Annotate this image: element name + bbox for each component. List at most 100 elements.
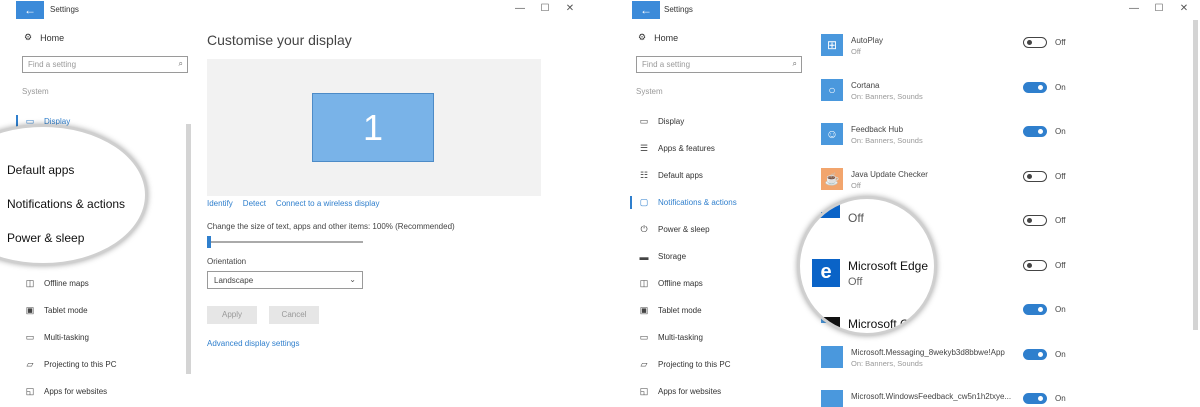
sidebar-item-multi-tasking[interactable]: ▭ Multi-tasking [0, 324, 190, 351]
sidebar-item-offline-maps[interactable]: ◫ Offline maps [614, 270, 804, 297]
app-name: AutoPlay [851, 36, 884, 45]
minimize-button[interactable]: — [512, 3, 528, 14]
nav-home[interactable]: ⚙ Home [638, 32, 678, 43]
notification-toggle[interactable] [1023, 126, 1047, 137]
magnified-default-apps[interactable]: Default apps [7, 163, 74, 177]
magnified-power-sleep[interactable]: Power & sleep [7, 231, 84, 245]
back-button[interactable]: ← [16, 1, 44, 19]
identify-link[interactable]: Identify [207, 199, 233, 208]
sidebar-item-label: Tablet mode [44, 306, 88, 315]
toggle-state-label: On [1055, 394, 1066, 403]
sidebar-item-label: Apps & features [658, 144, 715, 153]
tablet-icon: ▣ [639, 305, 649, 315]
cancel-button[interactable]: Cancel [269, 306, 319, 324]
sidebar-item-display[interactable]: ▭ Display [614, 108, 804, 135]
close-button[interactable]: ✕ [1176, 3, 1192, 14]
sidebar-item-label: Apps for websites [44, 387, 108, 396]
feedback-icon: ☺ [821, 123, 843, 145]
storage-icon: ▬ [639, 251, 649, 262]
detect-link[interactable]: Detect [243, 199, 266, 208]
content-scrollbar[interactable] [1193, 20, 1198, 330]
sidebar-item-tablet-mode[interactable]: ▣ Tablet mode [0, 297, 190, 324]
web-icon: ◱ [25, 386, 35, 396]
app-name: Microsoft.WindowsFeedback_cw5n1h2txye... [851, 392, 1012, 401]
scale-slider-track[interactable] [207, 241, 363, 243]
nav-list: ▭ Display ☰ Apps & features ☷ Default apps ▢ No… [614, 108, 804, 405]
orientation-select[interactable]: Landscape ⌄ [207, 271, 363, 289]
java-icon: ☕ [821, 167, 843, 190]
app-status: On: Banners, Sounds [851, 358, 923, 368]
notification-toggle[interactable] [1023, 170, 1047, 182]
notification-toggle[interactable] [1023, 37, 1047, 48]
close-button[interactable]: ✕ [562, 3, 578, 14]
toggle-knob [1038, 84, 1043, 90]
gear-icon: ⚙ [638, 32, 647, 42]
toggle-state-label: On [1055, 127, 1066, 136]
sidebar-item-projecting-to-this-pc[interactable]: ▱ Projecting to this PC [614, 351, 804, 378]
notification-toggle[interactable] [1023, 81, 1047, 93]
notification-toggle[interactable] [1023, 393, 1047, 404]
search-icon: ⌕ [792, 59, 797, 68]
toggle-state-label: On [1055, 82, 1066, 92]
sidebar-scrollbar[interactable] [186, 124, 191, 374]
window-title: Settings [50, 5, 79, 14]
notification-toggle[interactable] [1023, 348, 1047, 360]
app-tile [812, 204, 840, 218]
app-row: ○ Cortana On: Banners, Sounds On [821, 78, 1193, 115]
sidebar-item-tablet-mode[interactable]: ▣ Tablet mode [614, 297, 804, 324]
sidebar-item-label: Tablet mode [658, 306, 702, 315]
nav-home-label: Home [40, 32, 65, 43]
message-icon: ▢ [639, 197, 649, 207]
window-title: Settings [664, 5, 693, 14]
sidebar-item-multi-tasking[interactable]: ▭ Multi-tasking [614, 324, 804, 351]
magnified-partial-name: Microsoft O [848, 317, 910, 331]
advanced-display-settings-link[interactable]: Advanced display settings [207, 339, 300, 348]
sidebar-item-offline-maps[interactable]: ◫ Offline maps [0, 270, 190, 297]
sidebar: ⚙ Home Find a setting ⌕ System ▭ Display ☰… [614, 24, 808, 407]
wireless-display-link[interactable]: Connect to a wireless display [276, 199, 380, 208]
maximize-button[interactable]: ☐ [1151, 3, 1167, 14]
toggle-state-label: Off [1055, 260, 1066, 270]
sidebar-item-apps-features[interactable]: ☰ Apps & features [614, 135, 804, 162]
gear-icon: ⚙ [24, 32, 33, 42]
minimize-button[interactable]: — [1126, 3, 1142, 14]
apply-button[interactable]: Apply [207, 306, 257, 324]
toggle-knob [1027, 218, 1032, 223]
scale-label: Change the size of text, apps and other … [207, 222, 455, 231]
sidebar-item-apps-for-websites[interactable]: ◱ Apps for websites [0, 378, 190, 405]
scale-slider-thumb[interactable] [207, 236, 211, 248]
notification-toggle[interactable] [1023, 304, 1047, 315]
notification-toggle[interactable] [1023, 215, 1047, 226]
sidebar-item-apps-for-websites[interactable]: ◱ Apps for websites [614, 378, 804, 405]
app-row: Microsoft.Messaging_8wekyb3d8bbwe!App On:… [821, 345, 1193, 382]
edge-icon: e [812, 259, 840, 287]
window-gap [596, 0, 606, 407]
sidebar-item-default-apps[interactable]: ☷ Default apps [614, 162, 804, 189]
maximize-button[interactable]: ☐ [537, 3, 553, 14]
settings-window-notifications: ← Settings — ☐ ✕ ⚙ Home Find a setting ⌕… [606, 0, 1200, 407]
magnified-power-sleep-label: Power & sleep [7, 231, 85, 245]
search-input[interactable]: Find a setting ⌕ [22, 56, 188, 73]
sidebar-item-storage[interactable]: ▬ Storage [614, 243, 804, 270]
sidebar-item-power-sleep[interactable]: ⏻ Power & sleep [614, 216, 804, 243]
sidebar-item-notifications-actions[interactable]: ▢ Notifications & actions [614, 189, 804, 216]
multitask-icon: ▭ [25, 332, 35, 342]
sidebar-item-label: Display [658, 117, 685, 126]
monitor-1[interactable]: 1 [312, 93, 434, 162]
magnified-notifications[interactable]: ▢ Notifications & actions [7, 197, 125, 211]
notification-toggle[interactable] [1023, 259, 1047, 271]
map-icon: ◫ [25, 278, 35, 288]
nav-home[interactable]: ⚙ Home [24, 32, 64, 43]
monitor-icon: ▭ [639, 116, 649, 126]
magnified-off-text: Off [848, 211, 864, 225]
sidebar-item-projecting-to-this-pc[interactable]: ▱ Projecting to this PC [0, 351, 190, 378]
magnified-edge-name: Microsoft Edge [848, 259, 929, 273]
app-name: Microsoft.Messaging_8wekyb3d8bbwe!App [851, 347, 1005, 357]
magnified-default-apps-label: Default apps [7, 163, 75, 177]
search-input[interactable]: Find a setting ⌕ [636, 56, 802, 73]
toggle-state-label: On [1055, 305, 1066, 314]
back-button[interactable]: ← [632, 1, 660, 19]
tablet-icon: ▣ [25, 305, 35, 315]
toggle-knob [1038, 396, 1043, 401]
sidebar-item-label: Storage [658, 252, 687, 261]
